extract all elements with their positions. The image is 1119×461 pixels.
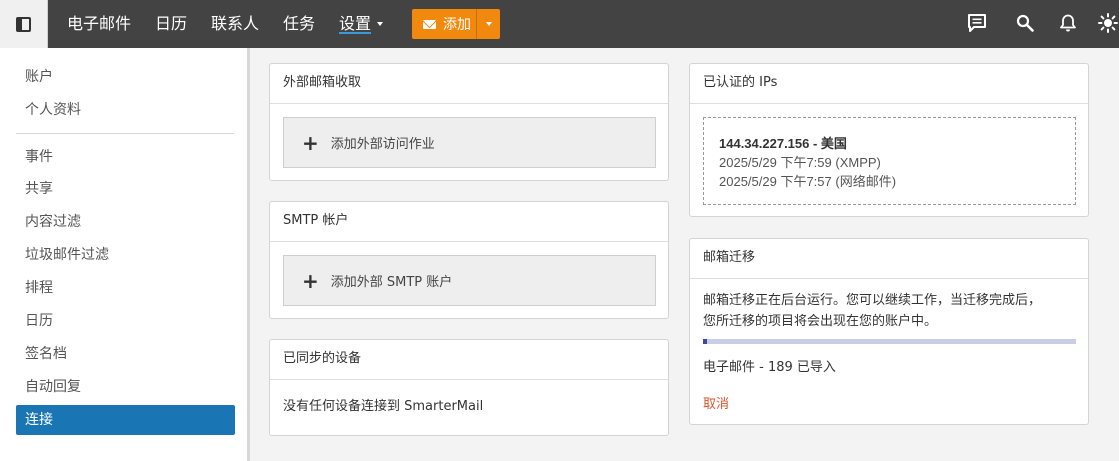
synced-devices-title: 已同步的设备 — [270, 340, 668, 380]
synced-devices-empty-text: 没有任何设备连接到 SmarterMail — [283, 399, 484, 414]
sidebar-item-calendar[interactable]: 日历 — [16, 306, 235, 336]
plus-icon: + — [302, 268, 319, 293]
mailbox-migration-card: 邮箱迁移 邮箱迁移正在后台运行。您可以继续工作，当迁移完成后， 您所迁移的项目将… — [689, 238, 1089, 425]
sidebar-item-signatures[interactable]: 签名档 — [16, 339, 235, 369]
external-mail-title: 外部邮箱收取 — [270, 64, 668, 104]
add-button-label: 添加 — [443, 17, 471, 33]
chat-icon[interactable] — [965, 11, 989, 35]
sidebar-item-profile[interactable]: 个人资料 — [16, 95, 235, 125]
sidebar-toggle-button[interactable] — [0, 0, 48, 48]
smtp-accounts-title: SMTP 帐户 — [270, 202, 668, 242]
add-smtp-account-button[interactable]: + 添加外部 SMTP 账户 — [283, 255, 656, 306]
plus-icon: + — [302, 130, 319, 155]
sidebar-item-spam-filter[interactable]: 垃圾邮件过滤 — [16, 240, 235, 270]
authenticated-ips-title: 已认证的 IPs — [690, 64, 1088, 104]
authenticated-ips-card: 已认证的 IPs 144.34.227.156 - 美国 2025/5/29 下… — [689, 63, 1089, 217]
envelope-icon — [423, 19, 436, 29]
migration-progress-bar — [703, 339, 1076, 344]
sidebar-item-auto-reply[interactable]: 自动回复 — [16, 372, 235, 402]
migration-description-line: 邮箱迁移正在后台运行。您可以继续工作，当迁移完成后， — [703, 293, 1042, 308]
search-icon[interactable] — [1013, 11, 1037, 35]
nav-item-email[interactable]: 电子邮件 — [67, 0, 131, 48]
bell-icon[interactable] — [1056, 11, 1080, 35]
nav-item-tasks[interactable]: 任务 — [283, 0, 315, 48]
settings-sidebar: 账户 个人资料 事件 共享 内容过滤 垃圾邮件过滤 排程 日历 签名档 自动回复… — [0, 48, 250, 461]
add-button[interactable]: 添加 — [412, 9, 500, 39]
external-mail-card: 外部邮箱收取 + 添加外部访问作业 — [269, 63, 669, 181]
cancel-migration-link[interactable]: 取消 — [703, 393, 729, 412]
sun-icon[interactable] — [1096, 11, 1119, 35]
nav-item-calendar[interactable]: 日历 — [155, 0, 187, 48]
add-smtp-account-label: 添加外部 SMTP 账户 — [330, 275, 453, 290]
sidebar-item-account[interactable]: 账户 — [16, 62, 235, 92]
top-nav-bar: 电子邮件 日历 联系人 任务 设置 添加 — [0, 0, 1119, 48]
migration-description: 邮箱迁移正在后台运行。您可以继续工作，当迁移完成后， 您所迁移的项目将会出现在您… — [703, 290, 1083, 332]
ip-entry-line: 2025/5/29 下午7:59 (XMPP) — [719, 155, 881, 170]
sidebar-item-content-filter[interactable]: 内容过滤 — [16, 207, 235, 237]
add-dropdown-toggle[interactable] — [476, 9, 500, 39]
sidebar-item-sharing[interactable]: 共享 — [16, 174, 235, 204]
sidebar-item-connections[interactable]: 连接 — [16, 405, 235, 435]
nav-item-settings-label: 设置 — [339, 14, 372, 33]
ip-entry-line: 2025/5/29 下午7:57 (网络邮件) — [719, 174, 897, 189]
migration-description-line: 您所迁移的项目将会出现在您的账户中。 — [703, 314, 938, 329]
sidebar-toggle-icon — [16, 16, 31, 32]
add-button-main[interactable]: 添加 — [412, 9, 476, 39]
chevron-down-icon — [377, 21, 384, 26]
sidebar-divider — [16, 133, 234, 134]
sidebar-item-schedule[interactable]: 排程 — [16, 273, 235, 303]
migration-progress-fill — [703, 339, 707, 344]
add-external-access-label: 添加外部访问作业 — [330, 137, 435, 152]
sidebar-item-events[interactable]: 事件 — [16, 142, 235, 172]
smtp-accounts-card: SMTP 帐户 + 添加外部 SMTP 账户 — [269, 201, 669, 319]
add-external-access-button[interactable]: + 添加外部访问作业 — [283, 117, 656, 168]
chevron-down-icon — [485, 22, 492, 26]
nav-item-settings[interactable]: 设置 — [339, 0, 384, 48]
ip-entry-heading: 144.34.227.156 - 美国 — [719, 136, 847, 151]
mailbox-migration-title: 邮箱迁移 — [690, 239, 1088, 279]
migration-status: 电子邮件 - 189 已导入 — [703, 360, 836, 375]
nav-item-contacts[interactable]: 联系人 — [211, 0, 259, 48]
synced-devices-card: 已同步的设备 没有任何设备连接到 SmarterMail — [269, 339, 669, 436]
ip-entry: 144.34.227.156 - 美国 2025/5/29 下午7:59 (XM… — [703, 117, 1076, 205]
